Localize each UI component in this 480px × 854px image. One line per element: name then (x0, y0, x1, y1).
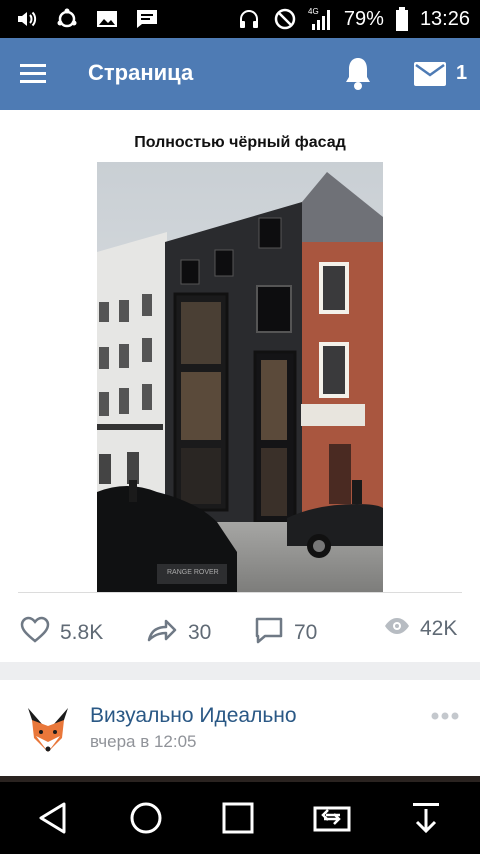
menu-icon[interactable] (16, 58, 56, 90)
recents-icon[interactable] (218, 798, 258, 838)
heart-icon (20, 616, 50, 650)
status-bar: 4G 79% 13:26 (0, 0, 480, 38)
view-count: 42K (420, 617, 458, 640)
views-indicator: 42K (384, 616, 457, 642)
divider (18, 592, 462, 593)
gallery-icon (94, 6, 120, 32)
bell-icon[interactable] (340, 54, 376, 92)
post-title: Полностью чёрный фасад (134, 134, 346, 151)
post-time: вчера в 12:05 (90, 732, 197, 751)
comment-icon (254, 616, 284, 650)
navigation-bar (0, 782, 480, 854)
share-button[interactable]: 30 (146, 616, 211, 650)
clock: 13:26 (419, 7, 470, 30)
share-count: 30 (188, 621, 212, 644)
network-label: 4G (308, 7, 319, 16)
like-button[interactable]: 5.8K (20, 616, 103, 650)
home-icon[interactable] (126, 798, 166, 838)
battery-percent: 79% (343, 7, 384, 30)
status-left (14, 6, 160, 32)
next-post-card: Визуально Идеально вчера в 12:05 (0, 680, 480, 780)
message-icon (134, 6, 160, 32)
like-count: 5.8K (60, 621, 104, 644)
avatar[interactable] (22, 704, 74, 756)
post-card: Полностью чёрный фасад RANGE ROVER 5.8K … (0, 110, 480, 662)
share-icon (146, 616, 178, 650)
comment-button[interactable]: 70 (254, 616, 317, 650)
comment-count: 70 (294, 621, 318, 644)
signal-icon: 4G (308, 6, 334, 32)
headset-icon (236, 6, 262, 32)
do-not-disturb-icon (272, 6, 298, 32)
post-author[interactable]: Визуально Идеально (90, 704, 297, 728)
download-icon[interactable] (406, 798, 446, 838)
svg-text:RANGE ROVER: RANGE ROVER (167, 569, 219, 576)
mail-icon[interactable] (412, 60, 448, 88)
status-right: 4G 79% 13:26 (236, 6, 470, 32)
page-title: Страница (88, 60, 194, 85)
post-photo[interactable]: RANGE ROVER (97, 162, 383, 592)
back-icon[interactable] (32, 798, 72, 838)
mail-count-badge: 1 (456, 62, 468, 84)
more-options-icon[interactable] (430, 708, 460, 720)
app-bar: Страница 1 (0, 38, 480, 110)
eye-icon (384, 616, 410, 642)
post-actions: 5.8K 30 70 42K (0, 610, 480, 650)
volume-icon (14, 6, 40, 32)
sync-icon (54, 6, 80, 32)
battery-icon (394, 6, 410, 32)
screen-cast-icon[interactable] (312, 798, 352, 838)
